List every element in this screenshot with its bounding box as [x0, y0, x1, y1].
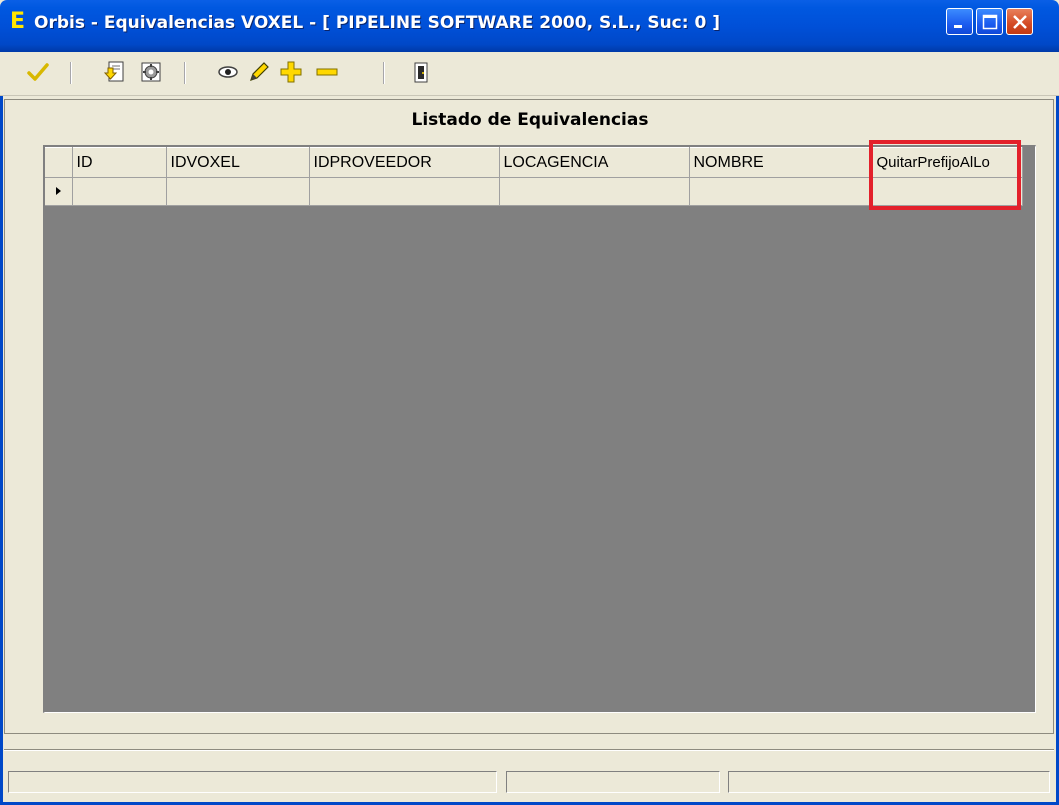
current-row-arrow-icon — [56, 187, 62, 196]
import-document-icon — [104, 61, 124, 82]
cell-id[interactable] — [72, 177, 167, 206]
maximize-icon — [982, 14, 998, 30]
pencil-icon — [250, 62, 269, 81]
cell-idproveedor[interactable] — [309, 177, 500, 206]
toolbar — [0, 52, 1059, 96]
delete-button[interactable] — [313, 58, 341, 86]
accept-button[interactable] — [24, 58, 52, 86]
plus-icon — [280, 61, 302, 83]
column-header-idvoxel[interactable]: IDVOXEL — [166, 147, 310, 178]
status-panel-1 — [8, 771, 497, 793]
column-header-locagencia[interactable]: LOCAGENCIA — [499, 147, 690, 178]
status-bar — [0, 766, 1059, 805]
status-panel-3 — [728, 771, 1050, 793]
gear-document-icon — [141, 62, 161, 82]
cell-nombre[interactable] — [689, 177, 873, 206]
window-title: Orbis - Equivalencias VOXEL - [ PIPELINE… — [34, 13, 720, 33]
toolbar-separator — [184, 62, 186, 84]
equivalences-grid[interactable]: ID IDVOXEL IDPROVEEDOR LOCAGENCIA NOMBRE… — [43, 145, 1036, 713]
column-header-quitarprefijo[interactable]: QuitarPrefijoAlLo — [872, 147, 1023, 178]
column-header-id[interactable]: ID — [72, 147, 167, 178]
maximize-button[interactable] — [976, 8, 1003, 35]
process-button[interactable] — [137, 58, 165, 86]
exit-button[interactable] — [407, 58, 435, 86]
row-indicator[interactable] — [45, 177, 73, 206]
close-icon — [1013, 15, 1027, 29]
view-button[interactable] — [214, 58, 242, 86]
table-row[interactable] — [45, 177, 1023, 206]
app-icon[interactable]: E — [10, 11, 26, 33]
separator-line — [4, 749, 1054, 751]
window-border — [0, 52, 3, 805]
column-header-idproveedor[interactable]: IDPROVEEDOR — [309, 147, 500, 178]
minimize-button[interactable] — [946, 8, 973, 35]
close-button[interactable] — [1006, 8, 1033, 35]
column-header-nombre[interactable]: NOMBRE — [689, 147, 873, 178]
grid-table: ID IDVOXEL IDPROVEEDOR LOCAGENCIA NOMBRE… — [45, 147, 1023, 206]
title-bar[interactable]: E Orbis - Equivalencias VOXEL - [ PIPELI… — [0, 0, 1059, 52]
checkmark-icon — [27, 63, 49, 81]
door-icon — [414, 62, 428, 83]
edit-button[interactable] — [245, 58, 273, 86]
eye-icon — [218, 66, 238, 78]
grid-corner — [45, 147, 73, 178]
cell-quitarprefijo[interactable] — [872, 177, 1023, 206]
minimize-icon — [954, 25, 962, 28]
cell-locagencia[interactable] — [499, 177, 690, 206]
minus-icon — [316, 68, 338, 76]
status-panel-2 — [506, 771, 720, 793]
panel-title: Listado de Equivalencias — [411, 110, 649, 130]
equivalences-panel: Listado de Equivalencias ID IDVOXEL IDPR… — [4, 99, 1054, 734]
toolbar-separator — [383, 62, 385, 84]
cell-idvoxel[interactable] — [166, 177, 310, 206]
add-button[interactable] — [277, 58, 305, 86]
import-button[interactable] — [102, 58, 130, 86]
toolbar-separator — [70, 62, 72, 84]
